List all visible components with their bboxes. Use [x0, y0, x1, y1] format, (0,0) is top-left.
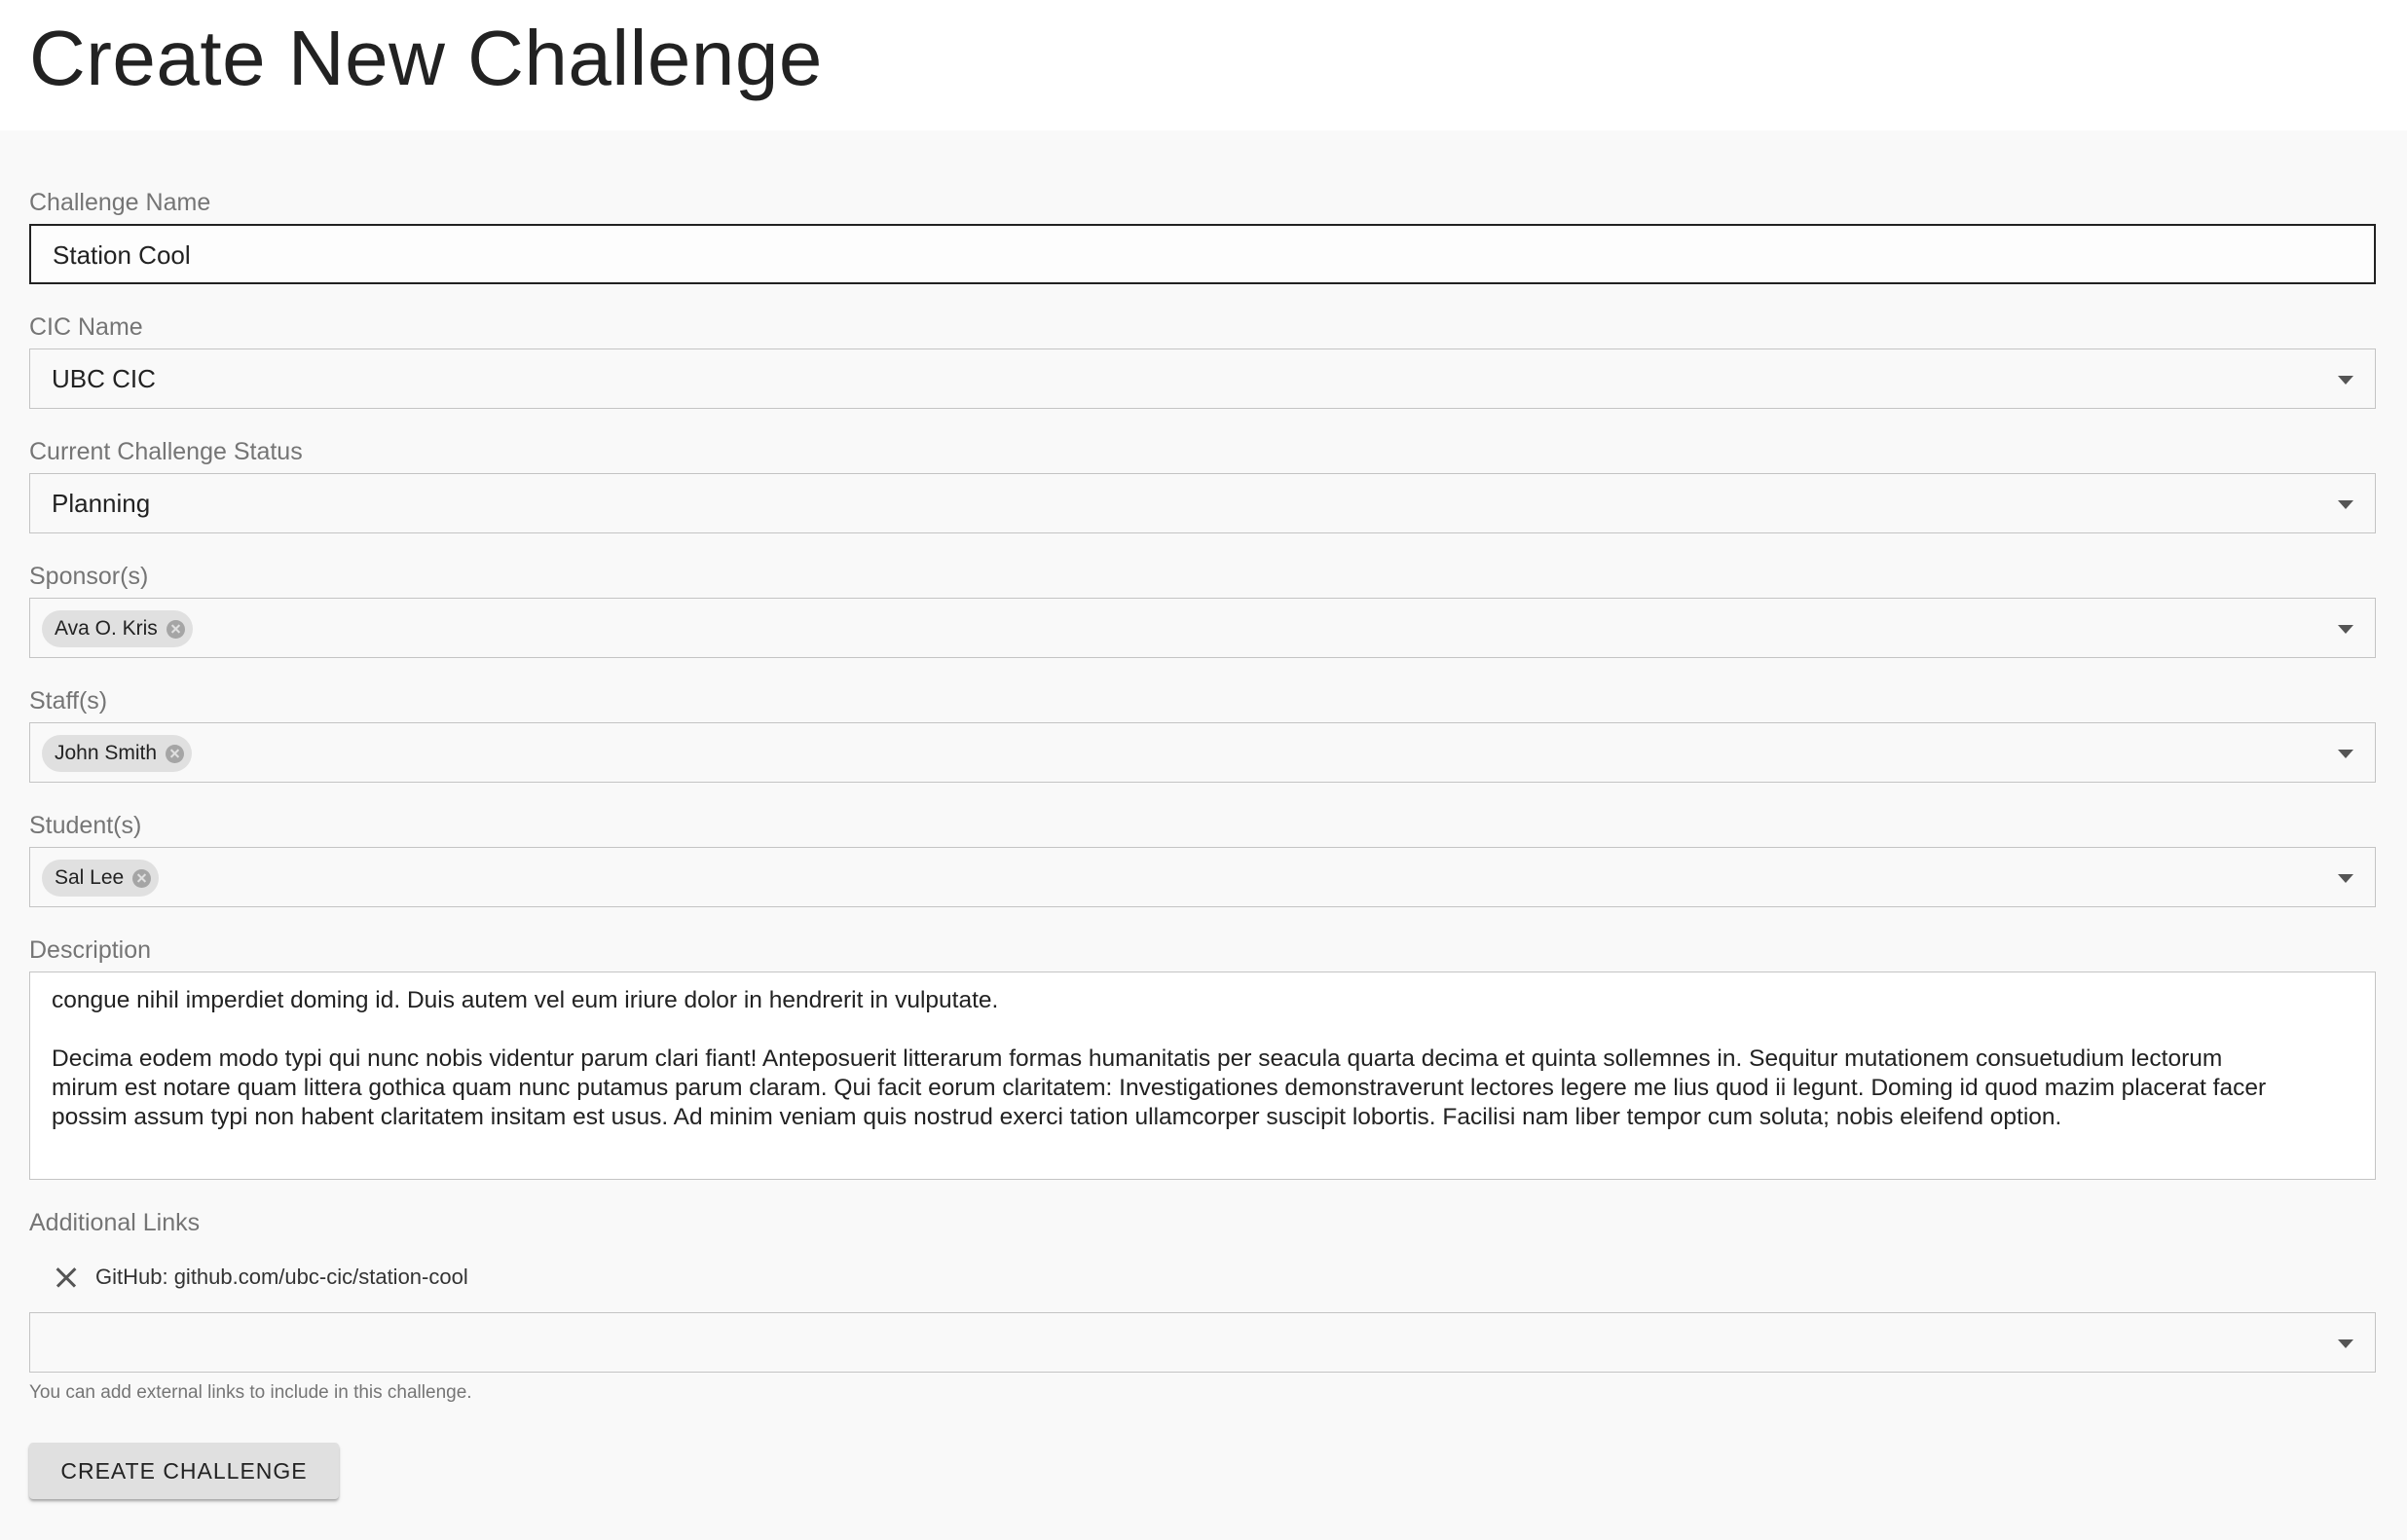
description-paragraph: congue nihil imperdiet doming id. Duis a… [52, 987, 999, 1013]
chip-remove-icon[interactable] [166, 619, 185, 639]
chip-remove-icon[interactable] [132, 868, 152, 888]
sponsors-label: Sponsor(s) [29, 563, 149, 590]
chevron-down-icon [2338, 625, 2353, 634]
create-challenge-button[interactable]: CREATE CHALLENGE [29, 1443, 339, 1499]
description-content: congue nihil imperdiet doming id. Duis a… [52, 986, 2277, 1161]
staff-chip-label: John Smith [55, 742, 158, 764]
sponsor-chip-label: Ava O. Kris [55, 617, 158, 640]
students-label: Student(s) [29, 812, 142, 839]
staff-select[interactable]: John Smith [29, 722, 2376, 783]
student-chip: Sal Lee [42, 860, 160, 897]
description-paragraph: Decima eodem modo typi qui nunc nobis vi… [52, 1045, 2267, 1130]
challenge-name-label: Challenge Name [29, 189, 211, 216]
chevron-down-icon [2338, 1339, 2353, 1348]
links-helper-text: You can add external links to include in… [29, 1382, 472, 1403]
students-select[interactable]: Sal Lee [29, 847, 2376, 907]
close-icon[interactable] [51, 1261, 84, 1294]
cic-name-value: UBC CIC [52, 364, 156, 393]
status-label: Current Challenge Status [29, 438, 303, 465]
status-value: Planning [52, 489, 151, 518]
chevron-down-icon [2338, 750, 2353, 758]
cic-name-label: CIC Name [29, 313, 143, 341]
cic-name-select[interactable]: UBC CIC [29, 348, 2376, 409]
chevron-down-icon [2338, 500, 2353, 509]
links-select[interactable] [29, 1312, 2376, 1373]
chevron-down-icon [2338, 874, 2353, 883]
challenge-name-value: Station Cool [53, 240, 191, 270]
links-label: Additional Links [29, 1209, 201, 1236]
sponsors-select[interactable]: Ava O. Kris [29, 598, 2376, 658]
student-chip-label: Sal Lee [55, 866, 125, 889]
chip-remove-icon[interactable] [166, 744, 185, 763]
staff-chip: John Smith [42, 735, 193, 772]
status-select[interactable]: Planning [29, 473, 2376, 533]
challenge-name-input[interactable]: Station Cool [29, 224, 2376, 284]
chevron-down-icon [2338, 376, 2353, 385]
page-header: Create New Challenge [0, 0, 2407, 130]
description-label: Description [29, 936, 152, 964]
link-item: GitHub: github.com/ubc-cic/station-cool [29, 1258, 468, 1297]
description-textarea[interactable]: congue nihil imperdiet doming id. Duis a… [29, 972, 2376, 1180]
link-text: GitHub: github.com/ubc-cic/station-cool [95, 1265, 468, 1289]
staff-label: Staff(s) [29, 687, 108, 715]
page-title: Create New Challenge [29, 15, 823, 101]
sponsor-chip: Ava O. Kris [42, 610, 193, 647]
